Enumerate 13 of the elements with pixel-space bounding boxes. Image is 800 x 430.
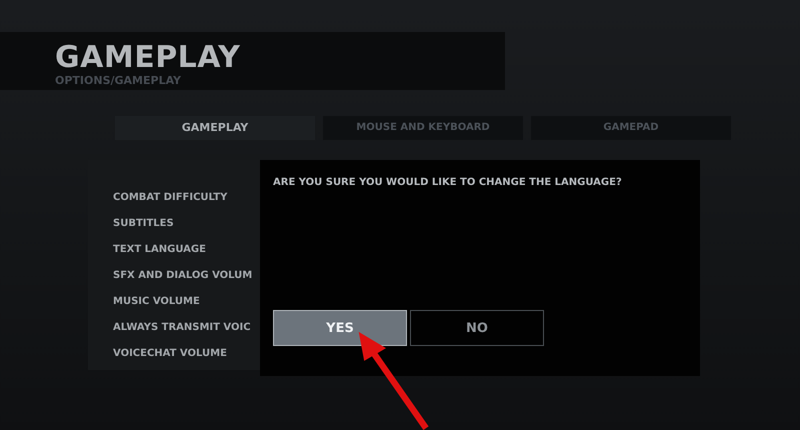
setting-label[interactable]: COMBAT DIFFICULTY (113, 190, 260, 205)
setting-label[interactable]: SFX AND DIALOG VOLUM (113, 268, 260, 283)
setting-label[interactable]: SUBTITLES (113, 216, 260, 231)
setting-label[interactable]: MUSIC VOLUME (113, 294, 260, 309)
dialog-button[interactable]: NO (410, 310, 544, 346)
setting-label[interactable]: ALWAYS TRANSMIT VOIC (113, 320, 260, 335)
dialog-message: ARE YOU SURE YOU WOULD LIKE TO CHANGE THE LANGUAGE? (273, 176, 623, 190)
breadcrumb: OPTIONS/GAMEPLAY (55, 74, 182, 88)
setting-label[interactable]: VOICECHAT VOLUME (113, 346, 260, 361)
setting-label[interactable]: TEXT LANGUAGE (113, 242, 260, 257)
page-title: GAMEPLAY (55, 42, 242, 74)
dialog-button[interactable]: YES (273, 310, 407, 346)
tab[interactable]: GAMEPLAY (115, 116, 315, 140)
